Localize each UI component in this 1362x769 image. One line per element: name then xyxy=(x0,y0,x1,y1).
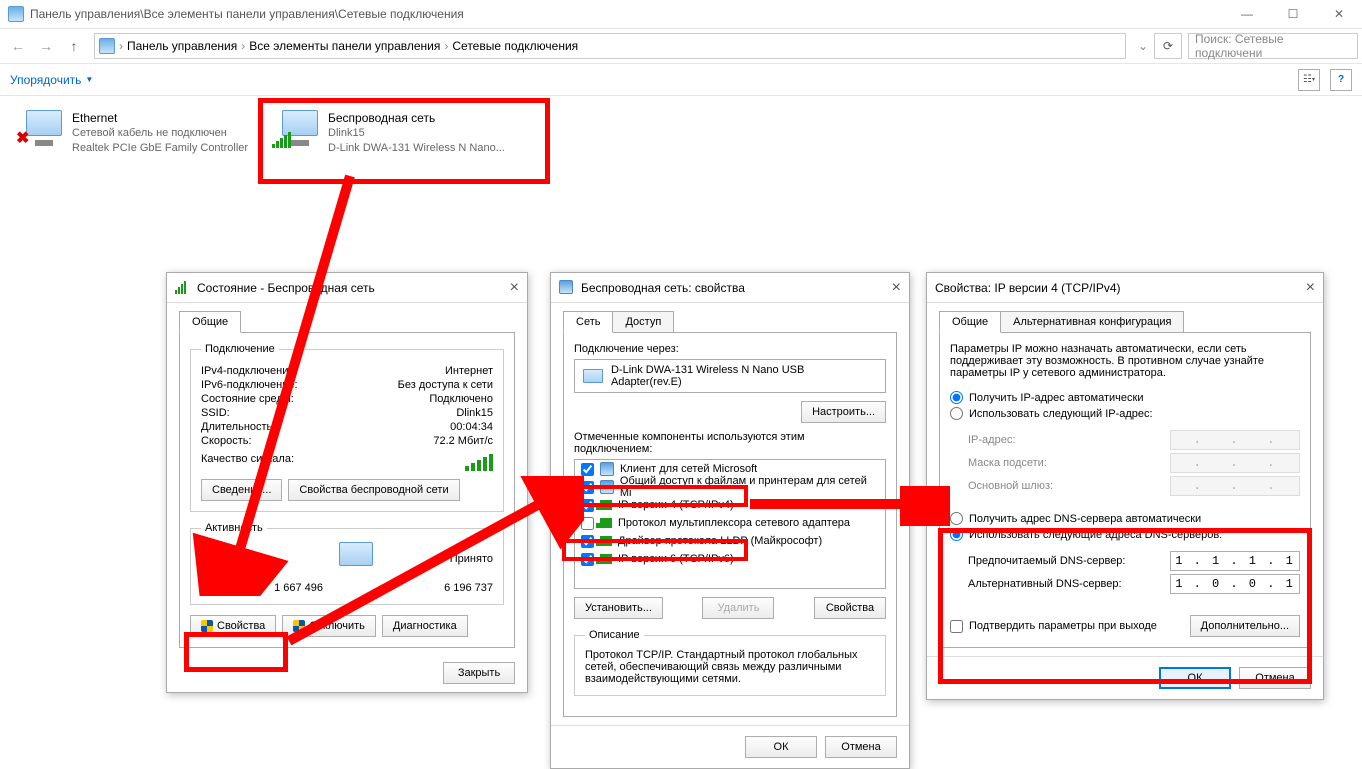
network-icon xyxy=(559,280,575,296)
gateway-input: . . . xyxy=(1170,476,1300,496)
bytes-recv: 6 196 737 xyxy=(393,582,493,594)
description-group: Описание Протокол TCP/IP. Стандартный пр… xyxy=(574,629,886,696)
toolbar: Упорядочить ▼ ☷▾ ? xyxy=(0,64,1362,96)
adapter-icon xyxy=(583,369,603,383)
status-dialog: Состояние - Беспроводная сеть × Общие По… xyxy=(166,272,528,693)
highlight-dns xyxy=(938,528,1312,684)
search-input[interactable]: Поиск: Сетевые подключени xyxy=(1188,33,1358,59)
ethernet-icon: ✖ xyxy=(18,110,62,146)
chevron-down-icon: ▼ xyxy=(85,75,93,84)
adapter-ethernet[interactable]: ✖ Ethernet Сетевой кабель не подключен R… xyxy=(18,110,248,156)
diagnose-button[interactable]: Диагностика xyxy=(382,615,468,637)
component-props-button[interactable]: Свойства xyxy=(814,597,886,619)
adapter-name: Ethernet xyxy=(72,110,248,126)
signal-icon xyxy=(175,280,191,296)
tab-network[interactable]: Сеть xyxy=(563,311,613,333)
back-arrow-icon[interactable]: ← xyxy=(4,32,32,60)
install-button[interactable]: Установить... xyxy=(574,597,663,619)
close-icon[interactable]: × xyxy=(892,279,901,297)
protocol-icon xyxy=(600,518,612,528)
highlight-ipv4 xyxy=(562,485,748,507)
crumb-0[interactable]: Панель управления xyxy=(127,39,237,53)
radio-auto-dns[interactable]: Получить адрес DNS-сервера автоматически xyxy=(950,512,1300,525)
client-icon xyxy=(600,462,614,476)
forward-arrow-icon[interactable]: → xyxy=(32,32,60,60)
dialog-titlebar[interactable]: Беспроводная сеть: свойства × xyxy=(551,273,909,303)
close-button[interactable]: Закрыть xyxy=(443,662,515,684)
activity-group: Активность Отправлено Принято Байт: . 1 … xyxy=(190,522,504,605)
disable-button[interactable]: Отключить xyxy=(282,615,376,637)
help-button[interactable]: ? xyxy=(1330,69,1352,91)
search-placeholder: Поиск: Сетевые подключени xyxy=(1195,32,1351,60)
titlebar: Панель управления\Все элементы панели уп… xyxy=(0,0,1362,28)
details-button[interactable]: Сведения... xyxy=(201,479,282,501)
maximize-button[interactable]: ☐ xyxy=(1270,0,1316,28)
wireless-props-button[interactable]: Свойства беспроводной сети xyxy=(288,479,459,501)
bytes-sent: 1 667 496 xyxy=(249,582,349,594)
close-icon[interactable]: × xyxy=(1306,279,1315,297)
close-button[interactable]: ✕ xyxy=(1316,0,1362,28)
window-title: Панель управления\Все элементы панели уп… xyxy=(30,7,464,21)
components-list[interactable]: Клиент для сетей Microsoft Общий доступ … xyxy=(574,459,886,589)
breadcrumb-icon xyxy=(99,38,115,54)
tab-general[interactable]: Общие xyxy=(179,311,241,333)
dropdown-icon[interactable]: ⌄ xyxy=(1132,39,1154,53)
dialog-title-text: Состояние - Беспроводная сеть xyxy=(197,281,375,295)
adapter-name-box: D-Link DWA-131 Wireless N Nano USB Adapt… xyxy=(574,359,886,393)
cancel-button[interactable]: Отмена xyxy=(825,736,897,758)
navbar: ← → ↑ › Панель управления › Все элементы… xyxy=(0,28,1362,64)
dialog-titlebar[interactable]: Свойства: IP версии 4 (TCP/IPv4) × xyxy=(927,273,1323,303)
activity-icon xyxy=(333,542,379,576)
tab-general[interactable]: Общие xyxy=(939,311,1001,333)
connection-group: Подключение IPv4-подключение:Интернет IP… xyxy=(190,343,504,512)
signal-quality-icon xyxy=(465,453,493,471)
highlight-adapter xyxy=(258,98,550,184)
ok-button[interactable]: ОК xyxy=(745,736,817,758)
list-item: Протокол мультиплексора сетевого адаптер… xyxy=(575,514,885,532)
view-layout-button[interactable]: ☷▾ xyxy=(1298,69,1320,91)
adapter-status: Сетевой кабель не подключен xyxy=(72,126,248,141)
shield-icon xyxy=(201,620,213,632)
radio-manual-ip[interactable]: Использовать следующий IP-адрес: xyxy=(950,407,1300,420)
crumb-1[interactable]: Все элементы панели управления xyxy=(249,39,440,53)
ip-input: . . . xyxy=(1170,430,1300,450)
adapter-device: Realtek PCIe GbE Family Controller xyxy=(72,141,248,156)
minimize-button[interactable]: — xyxy=(1224,0,1270,28)
remove-button: Удалить xyxy=(702,597,774,619)
shield-icon xyxy=(293,620,305,632)
refresh-button[interactable]: ⟳ xyxy=(1154,33,1182,59)
highlight-ipv6 xyxy=(562,539,748,561)
content-area: ✖ Ethernet Сетевой кабель не подключен R… xyxy=(0,96,1362,764)
tab-access[interactable]: Доступ xyxy=(612,311,674,333)
tab-alternate[interactable]: Альтернативная конфигурация xyxy=(1000,311,1184,333)
dialog-title-text: Свойства: IP версии 4 (TCP/IPv4) xyxy=(935,281,1121,295)
dialog-titlebar[interactable]: Состояние - Беспроводная сеть × xyxy=(167,273,527,303)
breadcrumb[interactable]: › Панель управления › Все элементы панел… xyxy=(94,33,1126,59)
window-buttons: — ☐ ✕ xyxy=(1224,0,1362,28)
close-icon[interactable]: × xyxy=(510,279,519,297)
crumb-2[interactable]: Сетевые подключения xyxy=(452,39,578,53)
disconnected-x-icon: ✖ xyxy=(16,128,29,148)
dialog-title-text: Беспроводная сеть: свойства xyxy=(581,281,745,295)
mask-input: . . . xyxy=(1170,453,1300,473)
adapter-props-dialog: Беспроводная сеть: свойства × Сеть Досту… xyxy=(550,272,910,769)
organize-menu[interactable]: Упорядочить ▼ xyxy=(10,73,93,87)
app-icon xyxy=(8,6,24,22)
radio-auto-ip[interactable]: Получить IP-адрес автоматически xyxy=(950,391,1300,404)
highlight-props-btn xyxy=(184,632,288,672)
configure-button[interactable]: Настроить... xyxy=(801,401,886,423)
up-arrow-icon[interactable]: ↑ xyxy=(60,32,88,60)
